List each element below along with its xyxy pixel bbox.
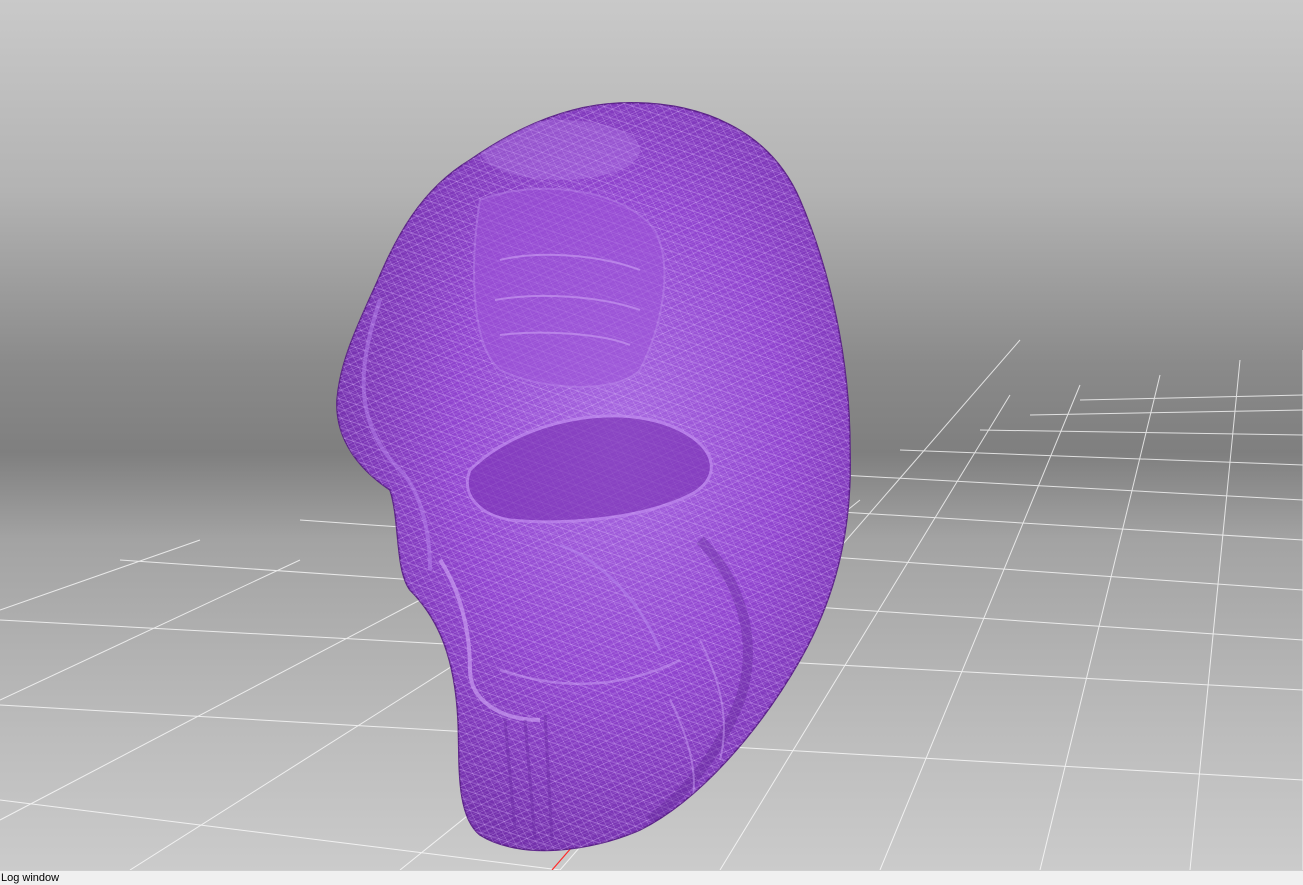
- brow-ridge: [473, 187, 666, 388]
- log-window-bar[interactable]: Log window: [0, 870, 1303, 885]
- 3d-viewport[interactable]: [0, 0, 1303, 870]
- log-window-label[interactable]: Log window: [1, 871, 59, 885]
- viewport-canvas[interactable]: [0, 0, 1303, 870]
- app-window: Log window: [0, 0, 1303, 885]
